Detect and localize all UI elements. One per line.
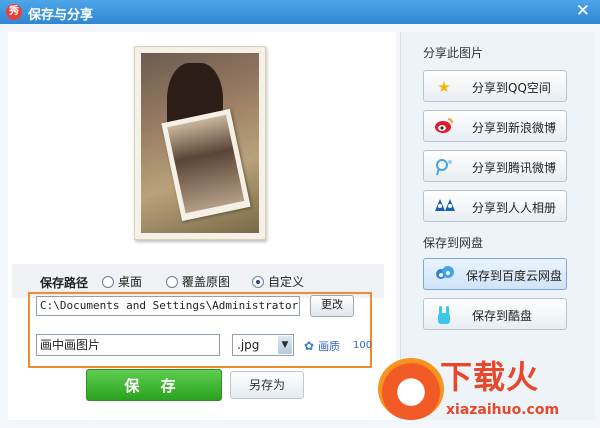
share-sina-weibo-button[interactable]: 分享到新浪微博	[423, 110, 567, 142]
baidu-cloud-icon	[434, 265, 454, 285]
save-path-input[interactable]: C:\Documents and Settings\Administrator\…	[36, 296, 300, 316]
radio-custom-label: 自定义	[268, 275, 305, 289]
save-button[interactable]: 保 存	[86, 369, 222, 401]
radio-custom[interactable]: 自定义	[252, 273, 304, 290]
save-baidu-label: 保存到百度云网盘	[466, 269, 563, 283]
share-tencent-label: 分享到腾讯微博	[472, 161, 557, 175]
change-path-button[interactable]: 更改	[310, 295, 354, 317]
tencent-weibo-icon	[434, 157, 454, 177]
radio-desktop[interactable]: 桌面	[102, 273, 142, 290]
weibo-icon	[434, 117, 454, 137]
window-title: 保存与分享	[28, 8, 94, 23]
quality-value: 100	[353, 340, 373, 351]
quality-link[interactable]: ✿ 画质	[304, 338, 340, 354]
title-bar: 秀 保存与分享 ✕	[0, 0, 600, 24]
format-selected-value: .jpg	[237, 338, 260, 352]
filename-input[interactable]: 画中画图片	[36, 334, 220, 356]
star-icon: ★	[437, 78, 451, 96]
save-baidu-cloud-button[interactable]: 保存到百度云网盘	[423, 258, 567, 290]
share-renren-button[interactable]: 分享到人人相册	[423, 190, 567, 222]
watermark-url: xiazaihuo.com	[446, 402, 560, 418]
save-kupan-button[interactable]: 保存到酷盘	[423, 298, 567, 330]
chevron-down-icon[interactable]: ▼	[278, 336, 292, 354]
renren-icon	[434, 197, 455, 217]
cloud-section-title: 保存到网盘	[423, 236, 484, 250]
save-kupan-label: 保存到酷盘	[472, 309, 533, 323]
share-section-title: 分享此图片	[423, 46, 484, 60]
flame-logo-icon	[378, 358, 444, 420]
radio-circle[interactable]	[166, 275, 178, 288]
gear-icon: ✿	[304, 339, 315, 353]
share-qzone-button[interactable]: ★ 分享到QQ空间	[423, 70, 567, 102]
radio-overwrite[interactable]: 覆盖原图	[166, 273, 230, 290]
share-sina-label: 分享到新浪微博	[472, 121, 557, 135]
share-renren-label: 分享到人人相册	[472, 201, 557, 215]
format-select[interactable]: .jpg ▼	[232, 334, 294, 356]
save-path-label: 保存路径	[40, 276, 89, 290]
share-tencent-weibo-button[interactable]: 分享到腾讯微博	[423, 150, 567, 182]
close-icon[interactable]: ✕	[576, 2, 590, 20]
radio-circle[interactable]	[102, 275, 114, 288]
save-as-button[interactable]: 另存为	[230, 371, 304, 399]
radio-desktop-label: 桌面	[118, 275, 143, 289]
quality-label: 画质	[318, 340, 341, 353]
watermark-text: 下载火	[440, 358, 540, 396]
share-qzone-label: 分享到QQ空间	[472, 81, 551, 95]
radio-circle-selected[interactable]	[252, 275, 264, 288]
watermark: 下载火 xiazaihuo.com	[378, 352, 600, 428]
image-preview	[134, 46, 266, 240]
app-logo-icon: 秀	[6, 4, 22, 20]
radio-overwrite-label: 覆盖原图	[182, 275, 231, 289]
preview-photo	[141, 53, 259, 233]
kupan-icon	[434, 305, 454, 325]
